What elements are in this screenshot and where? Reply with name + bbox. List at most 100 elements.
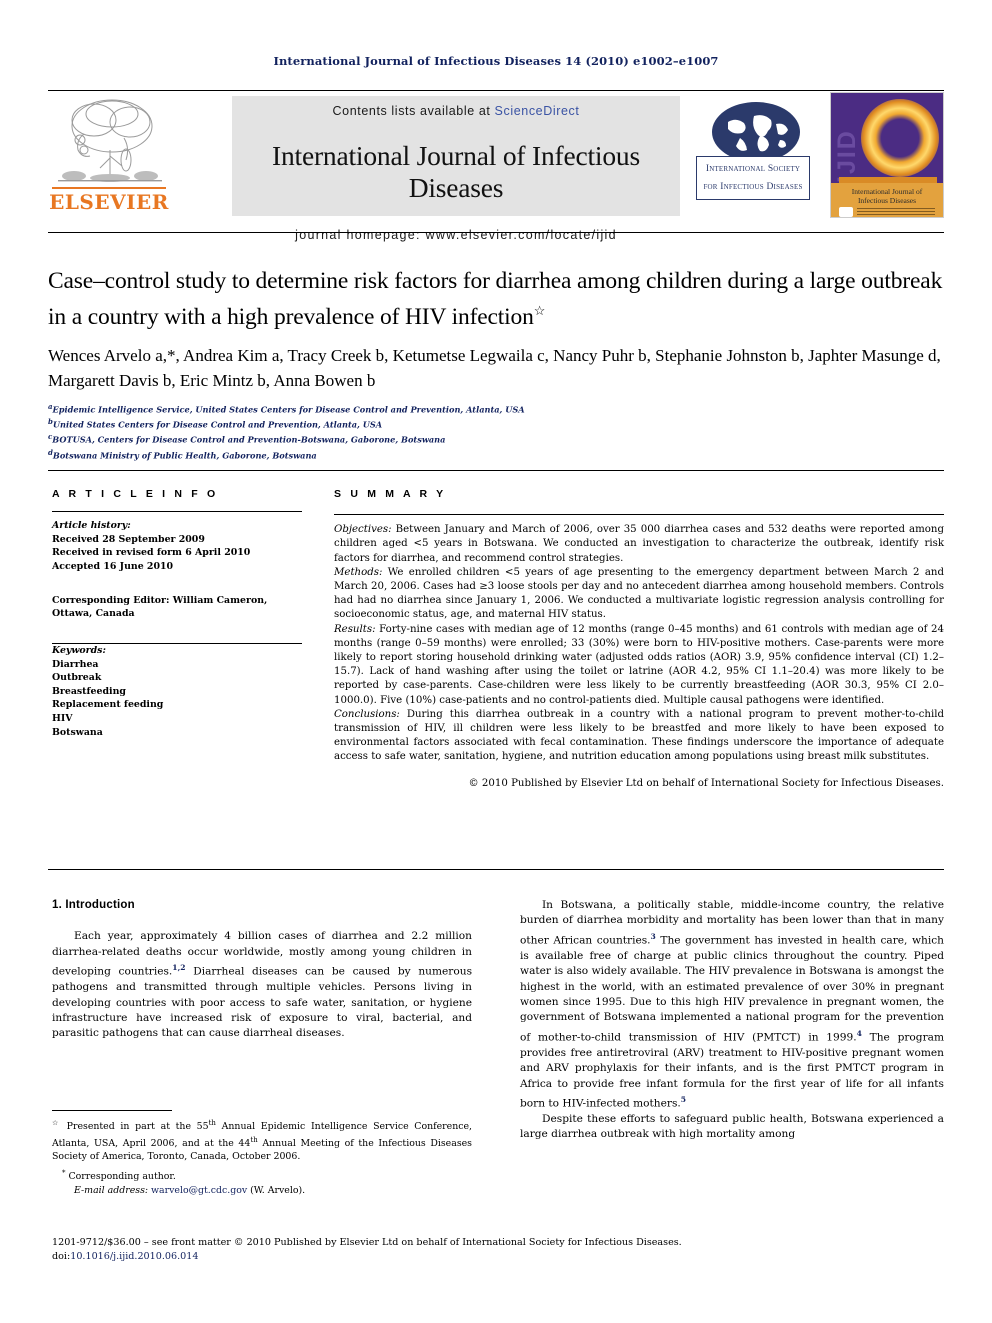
body-column-left: 1. Introduction Each year, approximately… bbox=[52, 898, 472, 1042]
citation-ref[interactable]: 1,2 bbox=[172, 963, 185, 972]
summary-heading: S U M M A R Y bbox=[334, 488, 447, 500]
affiliation-text: United States Centers for Disease Contro… bbox=[52, 419, 383, 430]
cover-footer bbox=[837, 207, 937, 217]
elsevier-tree-icon bbox=[54, 94, 166, 190]
keywords-label: Keywords: bbox=[52, 644, 106, 656]
ordinal-th: th bbox=[250, 1135, 258, 1144]
email-suffix: (W. Arvelo). bbox=[247, 1185, 306, 1196]
outbreak-paragraph: Despite these efforts to safeguard publi… bbox=[520, 1112, 944, 1141]
elsevier-logo: ELSEVIER bbox=[48, 94, 170, 218]
contents-line: Contents lists available at ScienceDirec… bbox=[232, 104, 680, 118]
doi-value[interactable]: 10.1016/j.ijid.2010.06.014 bbox=[70, 1251, 198, 1262]
elsevier-wordmark: ELSEVIER bbox=[49, 190, 169, 214]
front-matter-text: 1201-9712/$36.00 – see front matter © 20… bbox=[52, 1237, 682, 1248]
title-bottom-rule bbox=[48, 470, 944, 472]
microscopy-image bbox=[861, 99, 939, 177]
affiliation-item: aEpidemic Intelligence Service, United S… bbox=[48, 401, 948, 416]
affiliation-item: dBotswana Ministry of Public Health, Gab… bbox=[48, 447, 948, 462]
summary-copyright: © 2010 Published by Elsevier Ltd on beha… bbox=[468, 777, 944, 789]
journal-cover-thumbnail: IJID International Journal of Infectious… bbox=[830, 92, 944, 218]
masthead: ELSEVIER Contents lists available at Sci… bbox=[48, 92, 944, 242]
cover-text-lines bbox=[857, 208, 935, 216]
article-info-column: A R T I C L E I N F O Article history: R… bbox=[52, 488, 302, 739]
corresponding-editor: Corresponding Editor: William Cameron, O… bbox=[52, 594, 302, 621]
footnote-corresponding: * Corresponding author. bbox=[52, 1167, 472, 1184]
corresponding-editor-label: Corresponding Editor: bbox=[52, 594, 170, 606]
cover-bottom-band: International Journal of Infectious Dise… bbox=[831, 183, 943, 217]
email-label: E-mail address: bbox=[74, 1185, 149, 1196]
summary-objectives: Objectives: Between January and March of… bbox=[334, 523, 944, 566]
isid-line-1: International Society bbox=[705, 164, 801, 174]
article-history-label: Article history: bbox=[52, 520, 131, 532]
summary-results: Results: Forty-nine cases with median ag… bbox=[334, 623, 944, 708]
summary-methods: Methods: We enrolled children <5 years o… bbox=[334, 566, 944, 623]
affiliation-text: Epidemic Intelligence Service, United St… bbox=[52, 404, 525, 415]
isid-line-2: for Infectious Diseases bbox=[703, 182, 803, 192]
history-revised: Received in revised form 6 April 2010 bbox=[52, 547, 251, 559]
sciencedirect-link[interactable]: ScienceDirect bbox=[495, 104, 580, 118]
email-link[interactable]: warvelo@gt.cdc.gov bbox=[151, 1185, 247, 1196]
globe-icon bbox=[712, 102, 800, 162]
summary-conclusions: Conclusions: During this diarrhea outbre… bbox=[334, 708, 944, 765]
affiliation-text: BOTUSA, Centers for Disease Control and … bbox=[52, 435, 446, 446]
keywords-block: Keywords: Diarrhea Outbreak Breastfeedin… bbox=[52, 642, 302, 739]
objectives-label: Objectives: bbox=[334, 524, 392, 536]
corresponding-author-text: Corresponding author. bbox=[68, 1171, 176, 1183]
introduction-paragraph-1: Each year, approximately 4 billion cases… bbox=[52, 929, 472, 1041]
keywords-list: Keywords: Diarrhea Outbreak Breastfeedin… bbox=[52, 644, 302, 739]
doi-label: doi: bbox=[52, 1251, 71, 1262]
journal-article-page: International Journal of Infectious Dise… bbox=[0, 0, 992, 1323]
cover-publisher-mark bbox=[839, 207, 853, 217]
page-title: Case–control study to determine risk fac… bbox=[48, 266, 948, 332]
keyword-item: Outbreak bbox=[52, 672, 102, 684]
affiliation-text: Botswana Ministry of Public Health, Gabo… bbox=[52, 450, 317, 461]
keyword-item: Replacement feeding bbox=[52, 699, 164, 711]
isid-wordmark: International Society for Infectious Dis… bbox=[696, 156, 810, 200]
elsevier-underline bbox=[52, 187, 166, 189]
summary-column: S U M M A R Y Objectives: Between Januar… bbox=[334, 488, 944, 791]
summary-rule bbox=[334, 514, 944, 516]
history-received: Received 28 September 2009 bbox=[52, 533, 205, 545]
article-info-rule bbox=[52, 511, 302, 513]
journal-homepage[interactable]: journal homepage: www.elsevier.com/locat… bbox=[232, 228, 680, 242]
masthead-bottom-rule bbox=[48, 232, 944, 234]
journal-title: International Journal of Infectious Dise… bbox=[272, 140, 640, 203]
contents-prefix: Contents lists available at bbox=[332, 104, 495, 118]
summary-body: Objectives: Between January and March of… bbox=[334, 523, 944, 791]
footnote-star: ☆ Presented in part at the 55th Annual E… bbox=[52, 1117, 472, 1163]
body-column-right: In Botswana, a politically stable, middl… bbox=[520, 898, 944, 1143]
methods-label: Methods: bbox=[334, 566, 383, 578]
results-text: Forty-nine cases with median age of 12 m… bbox=[334, 623, 944, 706]
summary-bottom-rule bbox=[48, 869, 944, 871]
footnote-email: E-mail address: warvelo@gt.cdc.gov (W. A… bbox=[52, 1184, 472, 1197]
affiliation-item: bUnited States Centers for Disease Contr… bbox=[48, 416, 948, 431]
footnote-block: ☆ Presented in part at the 55th Annual E… bbox=[52, 1110, 472, 1197]
methods-text: We enrolled children <5 years of age pre… bbox=[334, 566, 944, 621]
running-head: International Journal of Infectious Dise… bbox=[273, 54, 719, 68]
doi-line: doi:10.1016/j.ijid.2010.06.014 bbox=[52, 1250, 942, 1264]
keyword-item: Breastfeeding bbox=[52, 685, 126, 697]
botswana-text-b: The government has invested in health ca… bbox=[520, 934, 944, 1044]
front-matter-line: 1201-9712/$36.00 – see front matter © 20… bbox=[52, 1236, 942, 1264]
title-footnote-marker: ☆ bbox=[533, 303, 546, 318]
introduction-heading: 1. Introduction bbox=[52, 899, 135, 911]
asterisk-marker: * bbox=[62, 1169, 66, 1178]
keyword-item: Botswana bbox=[52, 726, 103, 738]
keyword-item: Diarrhea bbox=[52, 658, 99, 670]
article-title-text: Case–control study to determine risk fac… bbox=[48, 268, 943, 330]
history-accepted: Accepted 16 June 2010 bbox=[52, 560, 174, 572]
citation-ref[interactable]: 5 bbox=[681, 1095, 686, 1104]
isid-logo: International Society for Infectious Dis… bbox=[696, 100, 812, 208]
keyword-item: HIV bbox=[52, 712, 73, 724]
article-history: Article history: Received 28 September 2… bbox=[52, 519, 302, 573]
footnote-star-a: Presented in part at the 55 bbox=[66, 1121, 209, 1133]
conclusions-label: Conclusions: bbox=[334, 708, 400, 720]
objectives-text: Between January and March of 2006, over … bbox=[334, 524, 944, 564]
results-label: Results: bbox=[334, 623, 376, 635]
ordinal-th: th bbox=[208, 1119, 216, 1127]
footnote-rule bbox=[52, 1110, 172, 1111]
author-list: Wences Arvelo a,*, Andrea Kim a, Tracy C… bbox=[48, 345, 941, 390]
cover-title: International Journal of Infectious Dise… bbox=[851, 187, 923, 205]
title-block: Case–control study to determine risk fac… bbox=[48, 266, 948, 462]
article-info-heading: A R T I C L E I N F O bbox=[52, 488, 219, 500]
